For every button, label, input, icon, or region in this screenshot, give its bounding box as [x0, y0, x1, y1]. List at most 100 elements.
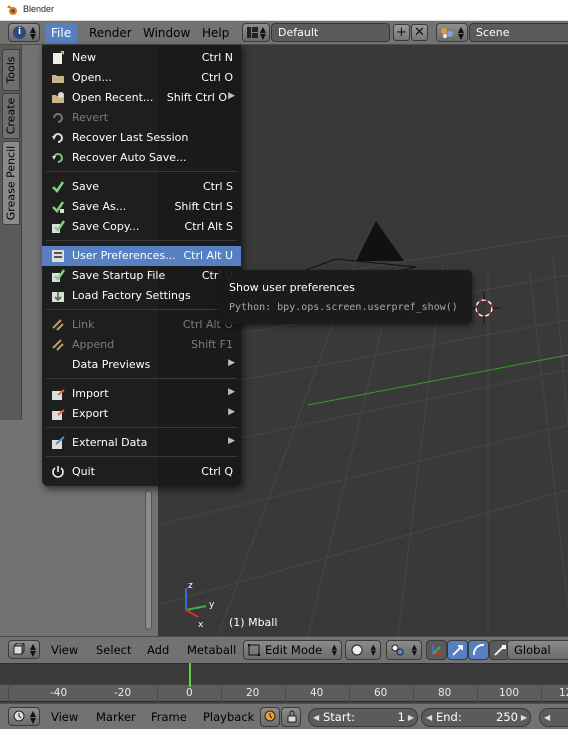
menu-file[interactable]: File: [45, 23, 78, 43]
menu-item-user-preferences[interactable]: User Preferences... Ctrl Alt U: [42, 246, 241, 266]
edit-mode-icon: [248, 644, 260, 656]
chevron-updown-icon: ▲ ▼: [411, 643, 417, 657]
rotate-manipulator-button[interactable]: [468, 640, 489, 660]
blender-logo-icon: [7, 5, 17, 15]
orientation-dropdown[interactable]: Global: [507, 640, 568, 660]
menu-view[interactable]: View: [51, 710, 78, 724]
editor-type-button[interactable]: ▲ ▼: [8, 707, 40, 726]
current-frame-field[interactable]: ◀: [539, 708, 568, 727]
menu-separator: [46, 456, 237, 457]
timeline-playhead[interactable]: [189, 663, 191, 687]
timeline-ruler[interactable]: [0, 684, 568, 702]
translate-manipulator-button[interactable]: [447, 640, 468, 660]
svg-text:x: x: [198, 620, 204, 630]
chevron-updown-icon: ▲ ▼: [29, 642, 36, 658]
mode-dropdown[interactable]: Edit Mode ▲ ▼: [243, 640, 342, 660]
tooltip-python: Python: bpy.ops.screen.userpref_show(): [229, 302, 458, 313]
tool-shelf-scrollbar[interactable]: [145, 490, 152, 630]
manipulator-toggle[interactable]: [426, 640, 447, 660]
link-icon: [52, 319, 64, 331]
menu-item-revert[interactable]: Revert: [42, 108, 241, 128]
remove-layout-button[interactable]: ✕: [411, 24, 428, 41]
add-layout-button[interactable]: +: [393, 24, 410, 41]
menu-item-data-previews[interactable]: Data Previews ▶: [42, 355, 241, 375]
menu-separator: [46, 427, 237, 428]
timeline-tick: 20: [246, 687, 260, 699]
tab-grease-pencil[interactable]: Grease Pencil: [2, 141, 20, 225]
timeline-tick: 100: [499, 687, 520, 699]
menu-add[interactable]: Add: [147, 643, 169, 657]
info-header: i ▲ ▼ File Render Window Help ▲ ▼ Default …: [0, 21, 568, 45]
increment-arrow-icon[interactable]: ▶: [521, 709, 527, 726]
menu-render[interactable]: Render: [83, 23, 138, 43]
use-preview-range-toggle[interactable]: [260, 707, 280, 727]
scene-field[interactable]: Scene: [469, 23, 568, 42]
tab-tools[interactable]: Tools: [2, 49, 20, 91]
submenu-arrow-icon: ▶: [228, 387, 235, 397]
screen-layout-field[interactable]: Default: [271, 23, 390, 42]
menu-item-save-copy[interactable]: Save Copy... Ctrl Alt S: [42, 217, 241, 237]
new-file-icon: [53, 51, 64, 64]
manipulator-icon: [432, 645, 442, 655]
menu-frame[interactable]: Frame: [151, 710, 187, 724]
3d-view-icon: [13, 643, 25, 655]
menu-item-append[interactable]: Append Shift F1: [42, 335, 241, 355]
3d-cursor-icon: [468, 292, 500, 324]
menu-item-export[interactable]: Export ▶: [42, 404, 241, 424]
menu-item-link[interactable]: Link Ctrl Alt O: [42, 315, 241, 335]
pivot-dropdown[interactable]: ▲ ▼: [386, 640, 422, 660]
lock-range-toggle[interactable]: [281, 707, 301, 727]
menu-item-open[interactable]: Open... Ctrl O: [42, 68, 241, 88]
svg-text:y: y: [209, 600, 215, 610]
menu-help[interactable]: Help: [196, 23, 235, 43]
menu-playback[interactable]: Playback: [203, 710, 254, 724]
window-titlebar: Blender: [0, 0, 568, 21]
menu-item-load-factory-settings[interactable]: Load Factory Settings: [42, 286, 241, 306]
timeline-tickmark: [413, 686, 414, 702]
decrement-arrow-icon[interactable]: ◀: [544, 709, 550, 726]
end-frame-field[interactable]: ◀ End: 250 ▶: [421, 708, 531, 727]
menu-item-save-as[interactable]: Save As... Shift Ctrl S: [42, 197, 241, 217]
menu-item-save-startup-file[interactable]: Save Startup File Ctrl U: [42, 266, 241, 286]
decrement-arrow-icon[interactable]: ◀: [313, 709, 319, 726]
menu-item-new[interactable]: New Ctrl N: [42, 48, 241, 68]
scene-name: Scene: [476, 26, 510, 39]
menu-item-import[interactable]: Import ▶: [42, 384, 241, 404]
file-menu-dropdown: New Ctrl N Open... Ctrl O Open Recent...…: [42, 45, 241, 486]
timeline-tickmark: [477, 686, 478, 702]
menu-view[interactable]: View: [51, 643, 78, 657]
chevron-updown-icon: ▲ ▼: [457, 25, 464, 41]
shading-sphere-icon: [351, 644, 363, 656]
screen-layout-browse[interactable]: ▲ ▼: [242, 23, 270, 42]
timeline-tickmark: [8, 686, 9, 702]
timeline-tick: 120: [559, 687, 568, 699]
menu-window[interactable]: Window: [137, 23, 196, 43]
editor-type-button[interactable]: i ▲ ▼: [8, 23, 40, 42]
timeline-area[interactable]: -40 -20 0 20 40 60 80 100 120: [0, 663, 568, 703]
menu-marker[interactable]: Marker: [96, 710, 136, 724]
chevron-updown-icon: ▲ ▼: [29, 25, 36, 41]
menu-item-external-data[interactable]: External Data ▶: [42, 433, 241, 453]
menu-item-open-recent[interactable]: Open Recent... Shift Ctrl O ▶: [42, 88, 241, 108]
timeline-tickmark: [349, 686, 350, 702]
increment-arrow-icon[interactable]: ▶: [408, 709, 414, 726]
menu-select[interactable]: Select: [96, 643, 131, 657]
decrement-arrow-icon[interactable]: ◀: [426, 709, 432, 726]
menu-separator: [46, 240, 237, 241]
menu-separator: [46, 171, 237, 172]
scene-browse[interactable]: ▲ ▼: [436, 23, 468, 42]
menu-item-quit[interactable]: Quit Ctrl Q: [42, 462, 241, 482]
axis-gizmo-icon: z y x: [185, 581, 215, 630]
shading-dropdown[interactable]: ▲ ▼: [345, 640, 381, 660]
tab-create[interactable]: Create: [2, 93, 20, 139]
editor-type-button[interactable]: ▲ ▼: [8, 640, 40, 659]
start-frame-field[interactable]: ◀ Start: 1 ▶: [308, 708, 418, 727]
menu-item-save[interactable]: Save Ctrl S: [42, 177, 241, 197]
pivot-icon: [391, 644, 404, 656]
tool-shelf-tabs: Tools Create Grease Pencil: [0, 45, 22, 420]
menu-item-recover-last-session[interactable]: Recover Last Session: [42, 128, 241, 148]
menu-item-recover-auto-save[interactable]: Recover Auto Save...: [42, 148, 241, 168]
chevron-updown-icon: ▲ ▼: [259, 25, 266, 41]
chevron-updown-icon: ▲ ▼: [331, 643, 337, 657]
menu-metaball[interactable]: Metaball: [187, 643, 236, 657]
